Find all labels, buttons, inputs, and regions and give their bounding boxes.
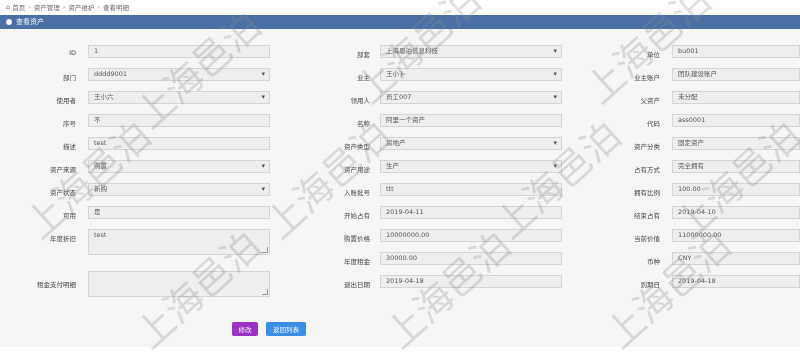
- owner-select[interactable]: 王小卜: [380, 68, 562, 81]
- unit-field[interactable]: bu001: [672, 45, 800, 58]
- dept-select[interactable]: dddd9001: [88, 68, 270, 81]
- field-label-customer: 业主账户: [634, 74, 660, 82]
- rent-detail-textarea[interactable]: [88, 271, 270, 297]
- field-label-user: 使用者: [56, 97, 77, 105]
- field-label-name: 名称: [357, 120, 370, 128]
- field-label-desc: 描述: [63, 143, 76, 151]
- field-label-purchase-price: 购置价格: [344, 235, 370, 243]
- name-field[interactable]: 阿里一个资产: [380, 114, 562, 127]
- field-label-ratio: 拥有比例: [634, 189, 660, 197]
- field-label-seq: 序号: [63, 120, 76, 128]
- purchase-price-field[interactable]: 10000000.00: [380, 229, 562, 242]
- field-label-dept: 部门: [63, 74, 76, 82]
- field-label-return-date: 退出日期: [344, 281, 370, 289]
- info-icon: [6, 19, 12, 25]
- back-to-list-button[interactable]: 返回列表: [266, 322, 306, 336]
- field-label-status: 资产状态: [50, 189, 76, 197]
- usable-field[interactable]: 是: [88, 206, 270, 219]
- field-label-category: 资产分类: [634, 143, 660, 151]
- currency-field[interactable]: CNY: [672, 252, 800, 265]
- field-label-asset-use: 资产用途: [344, 166, 370, 174]
- field-label-owner: 业主: [357, 74, 370, 82]
- expire-field[interactable]: 2019-04-18: [672, 275, 800, 288]
- leader-select[interactable]: 员工007: [380, 91, 562, 104]
- breadcrumb-current: 查看明细: [103, 4, 130, 12]
- field-label-asset-type: 资产类型: [344, 143, 370, 151]
- ownership-field[interactable]: 完全拥有: [672, 160, 800, 173]
- company-select[interactable]: 上海恩泊信息科技: [380, 45, 562, 58]
- field-label-end-date: 结束占有: [634, 212, 660, 220]
- field-label-annual-rent: 年度租金: [344, 258, 370, 266]
- user-select[interactable]: 王小六: [88, 91, 270, 104]
- start-date-field[interactable]: 2019-04-11: [380, 206, 562, 219]
- seq-field[interactable]: 不: [88, 114, 270, 127]
- field-label-annual-plan: 年度折旧: [50, 235, 76, 243]
- edit-button[interactable]: 修改: [232, 322, 258, 336]
- field-label-unit: 单位: [647, 51, 660, 59]
- code-field[interactable]: ass0001: [672, 114, 800, 127]
- field-label-parent: 父资产: [640, 97, 661, 105]
- asset-use-select[interactable]: 生产: [380, 160, 562, 173]
- field-label-company: 部套: [357, 51, 370, 59]
- field-label-entry-batch: 入账批号: [344, 189, 370, 197]
- field-label-currency: 币种: [647, 258, 660, 266]
- panel-title: 查看资产: [16, 18, 44, 26]
- field-label-expire: 到期日: [640, 281, 661, 289]
- desc-field[interactable]: test: [88, 137, 270, 150]
- source-select[interactable]: 购置: [88, 160, 270, 173]
- field-label-source: 资产来源: [50, 166, 76, 174]
- breadcrumb: ⌂ 首页 › 资产管理 › 资产维护 › 查看明细: [0, 0, 800, 14]
- current-value-field[interactable]: 11000000.00: [672, 229, 800, 242]
- ratio-field[interactable]: 100.00: [672, 183, 800, 196]
- breadcrumb-separator-icon: ›: [28, 3, 31, 11]
- customer-field[interactable]: 团队建设账户: [672, 68, 800, 81]
- annual-plan-textarea[interactable]: test: [88, 229, 270, 255]
- category-field[interactable]: 固定资产: [672, 137, 800, 150]
- breadcrumb-separator-icon: ›: [97, 3, 101, 11]
- annual-rent-field[interactable]: 30000.00: [380, 252, 562, 265]
- field-label-code: 代码: [647, 120, 660, 128]
- field-label-rent-detail: 租金支付明细: [37, 281, 76, 289]
- id-field[interactable]: 1: [88, 45, 270, 58]
- breadcrumb-separator-icon: ›: [62, 3, 66, 11]
- field-label-id: ID: [69, 49, 76, 57]
- breadcrumb-asset-maint[interactable]: 资产维护: [68, 2, 94, 12]
- field-label-current-value: 当前价值: [634, 235, 660, 243]
- status-select[interactable]: 新购: [88, 183, 270, 196]
- breadcrumb-home[interactable]: 首页: [12, 2, 25, 12]
- parent-field[interactable]: 未分配: [672, 91, 800, 104]
- return-date-field[interactable]: 2019-04-18: [380, 275, 562, 288]
- field-label-start-date: 开始占有: [344, 212, 370, 220]
- field-label-leader: 领用人: [350, 97, 371, 105]
- breadcrumb-asset-mgmt[interactable]: 资产管理: [34, 2, 60, 12]
- field-label-usable: 可用: [63, 212, 76, 220]
- field-label-ownership: 占有方式: [634, 166, 660, 174]
- entry-batch-field[interactable]: ttt: [380, 183, 562, 196]
- asset-type-select[interactable]: 房地产: [380, 137, 562, 150]
- end-date-field[interactable]: 2019-04-10: [672, 206, 800, 219]
- panel-header: 查看资产: [0, 15, 800, 29]
